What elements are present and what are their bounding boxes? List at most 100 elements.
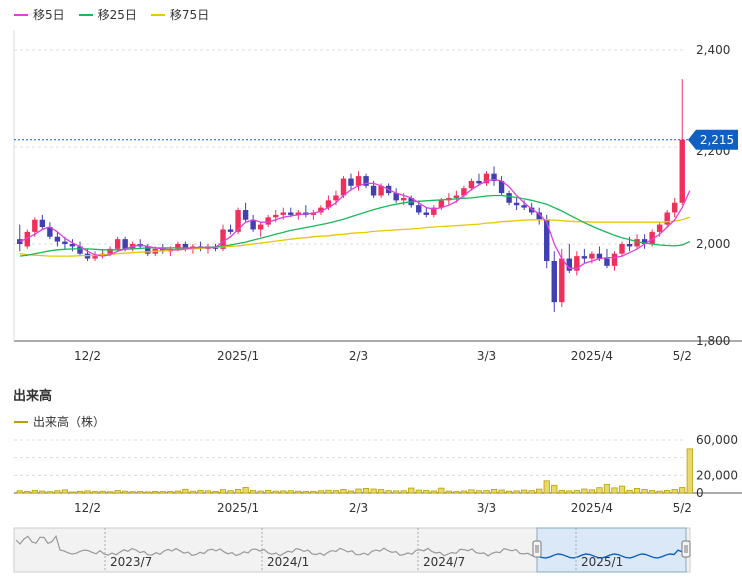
volume-bar xyxy=(204,490,212,494)
volume-bar xyxy=(566,490,573,494)
volume-bar xyxy=(393,490,400,494)
volume-bar xyxy=(385,490,392,494)
price-badge-label: 2,215 xyxy=(700,133,734,147)
candle-body xyxy=(114,239,121,249)
candle-body xyxy=(589,253,595,259)
volume-bar xyxy=(611,487,618,494)
volume-bar xyxy=(61,489,69,494)
candles xyxy=(17,79,685,312)
stock-chart[interactable]: 2,4002,0001,8002,200 2,215 12/2 2025/1 2/3… xyxy=(0,0,742,582)
volume-bar xyxy=(129,491,136,494)
volume-x-tick-label: 2025/4 xyxy=(571,501,613,515)
volume-bar xyxy=(596,487,603,494)
volume-bar xyxy=(475,490,483,494)
candle-body xyxy=(551,260,557,303)
volume-bar xyxy=(332,490,340,494)
volume-bar xyxy=(212,491,219,494)
price-y-tick-label: 2,400 xyxy=(696,43,730,57)
price-x-tick-label: 12/2 xyxy=(74,349,101,363)
volume-bar xyxy=(242,487,249,494)
volume-bar xyxy=(415,489,422,494)
volume-y-tick-label: 20,000 xyxy=(696,468,738,482)
navigator-label: 2023/7 xyxy=(110,555,152,569)
volume-bar xyxy=(16,490,23,494)
volume-bar xyxy=(174,490,181,494)
volume-bar xyxy=(626,489,633,494)
volume-bar xyxy=(287,490,294,494)
volume-bar xyxy=(521,489,528,494)
volume-bar xyxy=(325,489,332,494)
volume-bar xyxy=(400,490,407,494)
volume-bar xyxy=(656,490,663,494)
volume-bar xyxy=(633,488,641,494)
volume-bar xyxy=(280,490,287,494)
candle-body xyxy=(355,176,362,186)
volume-bar xyxy=(159,491,166,494)
volume-bar xyxy=(573,490,580,494)
volume-bar xyxy=(664,490,671,494)
range-navigator[interactable]: 2023/7 2024/1 2024/7 2025/1 xyxy=(13,527,691,573)
candle-body xyxy=(62,241,68,244)
volume-bar xyxy=(69,491,76,494)
candle-body xyxy=(288,212,294,215)
volume-bar xyxy=(536,488,543,494)
candle-body xyxy=(604,258,610,266)
price-grid xyxy=(13,30,742,342)
volume-bar xyxy=(295,490,302,494)
candle-body xyxy=(32,219,38,232)
volume-bar xyxy=(483,490,490,494)
price-y-axis: 2,4002,0001,8002,200 xyxy=(696,43,730,348)
price-x-tick-label: 2025/4 xyxy=(571,349,613,363)
volume-bar xyxy=(250,490,257,494)
candle-body xyxy=(634,239,640,247)
volume-bar xyxy=(54,490,61,494)
volume-bar xyxy=(265,489,272,494)
volume-bar xyxy=(219,489,227,494)
candle-body xyxy=(250,219,256,230)
price-x-tick-label: 5/2 xyxy=(673,349,692,363)
price-x-tick-label: 2/3 xyxy=(349,349,368,363)
volume-x-axis: 12/2 2025/1 2/3 3/3 2025/4 5/2 xyxy=(74,501,692,515)
volume-bar xyxy=(99,490,106,494)
volume-bar xyxy=(227,490,234,494)
volume-x-tick-label: 12/2 xyxy=(74,501,101,515)
volume-x-tick-label: 5/2 xyxy=(673,501,692,515)
volume-bar xyxy=(144,491,151,494)
candle-body xyxy=(273,214,279,218)
volume-bar xyxy=(430,490,437,494)
volume-bar xyxy=(438,487,445,494)
candle-body xyxy=(400,197,407,201)
price-x-axis: 12/2 2025/1 2/3 3/3 2025/4 5/2 xyxy=(74,349,692,363)
navigator-right-handle[interactable] xyxy=(681,540,691,558)
candle-body xyxy=(280,212,286,215)
candle-body xyxy=(122,239,128,249)
candle-body xyxy=(17,239,23,244)
volume-bar xyxy=(378,489,385,494)
price-x-tick-label: 2025/1 xyxy=(217,349,259,363)
candle-body xyxy=(257,224,264,230)
volume-bar xyxy=(370,488,377,494)
volume-bar xyxy=(272,490,279,494)
volume-bar xyxy=(167,491,174,494)
volume-bar xyxy=(543,480,550,494)
navigator-left-handle[interactable] xyxy=(532,540,542,558)
volume-bar xyxy=(189,490,197,494)
candle-body xyxy=(348,178,354,186)
volume-bar xyxy=(355,488,362,494)
candle-body xyxy=(656,224,663,232)
candle-body xyxy=(611,253,618,266)
volume-bar xyxy=(152,491,159,494)
candle-body xyxy=(416,205,422,213)
volume-bar xyxy=(551,484,558,494)
volume-x-tick-label: 3/3 xyxy=(477,501,496,515)
volume-bar xyxy=(686,448,693,494)
candle-body xyxy=(423,212,429,215)
volume-bar xyxy=(106,491,114,494)
candle-body xyxy=(521,205,527,208)
volume-bar xyxy=(76,490,84,494)
volume-bar xyxy=(588,489,596,494)
candle-body xyxy=(453,195,460,198)
candle-body xyxy=(476,180,482,184)
navigator-label: 2025/1 xyxy=(581,555,623,569)
volume-bar xyxy=(603,484,611,494)
